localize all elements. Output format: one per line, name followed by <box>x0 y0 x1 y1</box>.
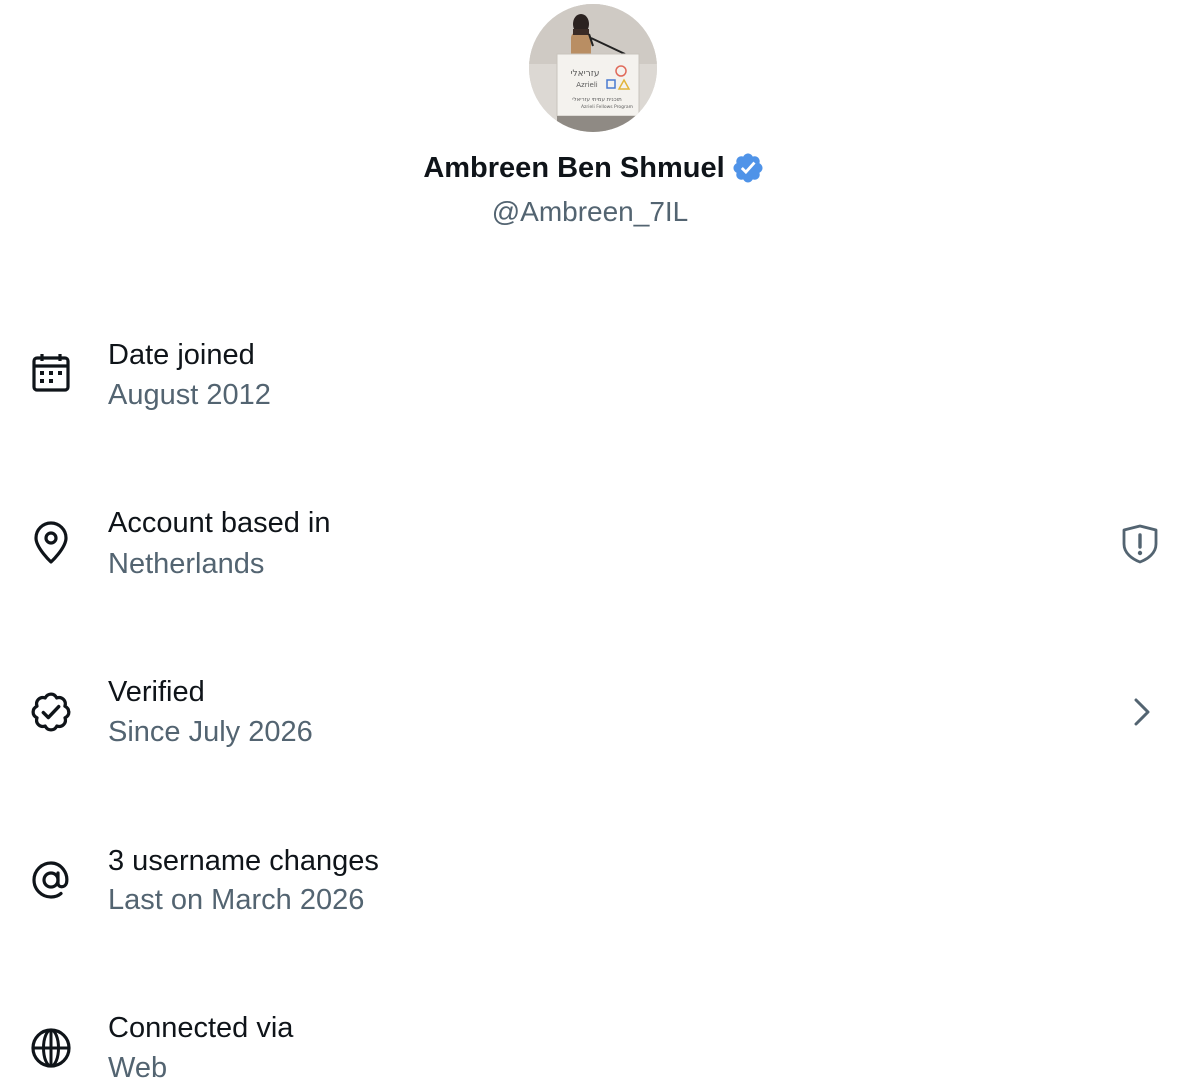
row-username-changes: 3 username changes Last on March 2026 <box>0 841 1180 941</box>
row-title: Date joined <box>108 339 255 371</box>
row-subtitle: August 2012 <box>108 379 271 411</box>
location-pin-icon <box>28 520 74 566</box>
row-account-based-in: Account based in Netherlands <box>0 504 1180 604</box>
calendar-icon <box>28 350 74 396</box>
profile-avatar[interactable]: עזריאלי Azrieli תוכנית עמיתי עזריאלי Azr… <box>529 4 657 132</box>
row-title: Verified <box>108 676 205 708</box>
avatar-sign-subtitle-hebrew: תוכנית עמיתי עזריאלי <box>572 96 622 103</box>
at-sign-icon <box>28 857 74 903</box>
row-title: 3 username changes <box>108 845 379 877</box>
row-subtitle: Netherlands <box>108 548 265 580</box>
row-date-joined: Date joined August 2012 <box>0 336 1180 436</box>
profile-name-row: Ambreen Ben Shmuel <box>0 150 1180 186</box>
row-subtitle: Last on March 2026 <box>108 884 365 916</box>
row-title: Account based in <box>108 507 331 539</box>
globe-icon <box>28 1025 74 1071</box>
about-account-page: עזריאלי Azrieli תוכנית עמיתי עזריאלי Azr… <box>0 0 1180 1088</box>
row-connected-via: Connected via Web <box>0 1009 1180 1088</box>
avatar-sign-brand: Azrieli <box>576 81 598 89</box>
avatar-sign-subtitle-en: Azrieli Fellows Program <box>581 104 633 110</box>
verified-badge-outline-icon <box>28 689 74 735</box>
row-verified[interactable]: Verified Since July 2026 <box>0 673 1180 773</box>
chevron-right-icon[interactable] <box>1122 692 1162 732</box>
row-subtitle: Web <box>108 1052 168 1084</box>
profile-display-name: Ambreen Ben Shmuel <box>423 152 725 184</box>
profile-handle: @Ambreen_7IL <box>491 196 689 227</box>
row-title: Connected via <box>108 1012 294 1044</box>
avatar-photo: עזריאלי Azrieli תוכנית עמיתי עזריאלי Azr… <box>529 4 657 132</box>
avatar-sign-hebrew: עזריאלי <box>571 69 600 79</box>
row-subtitle: Since July 2026 <box>108 716 313 748</box>
shield-alert-icon[interactable] <box>1120 524 1160 564</box>
verified-badge-icon[interactable] <box>731 151 765 185</box>
